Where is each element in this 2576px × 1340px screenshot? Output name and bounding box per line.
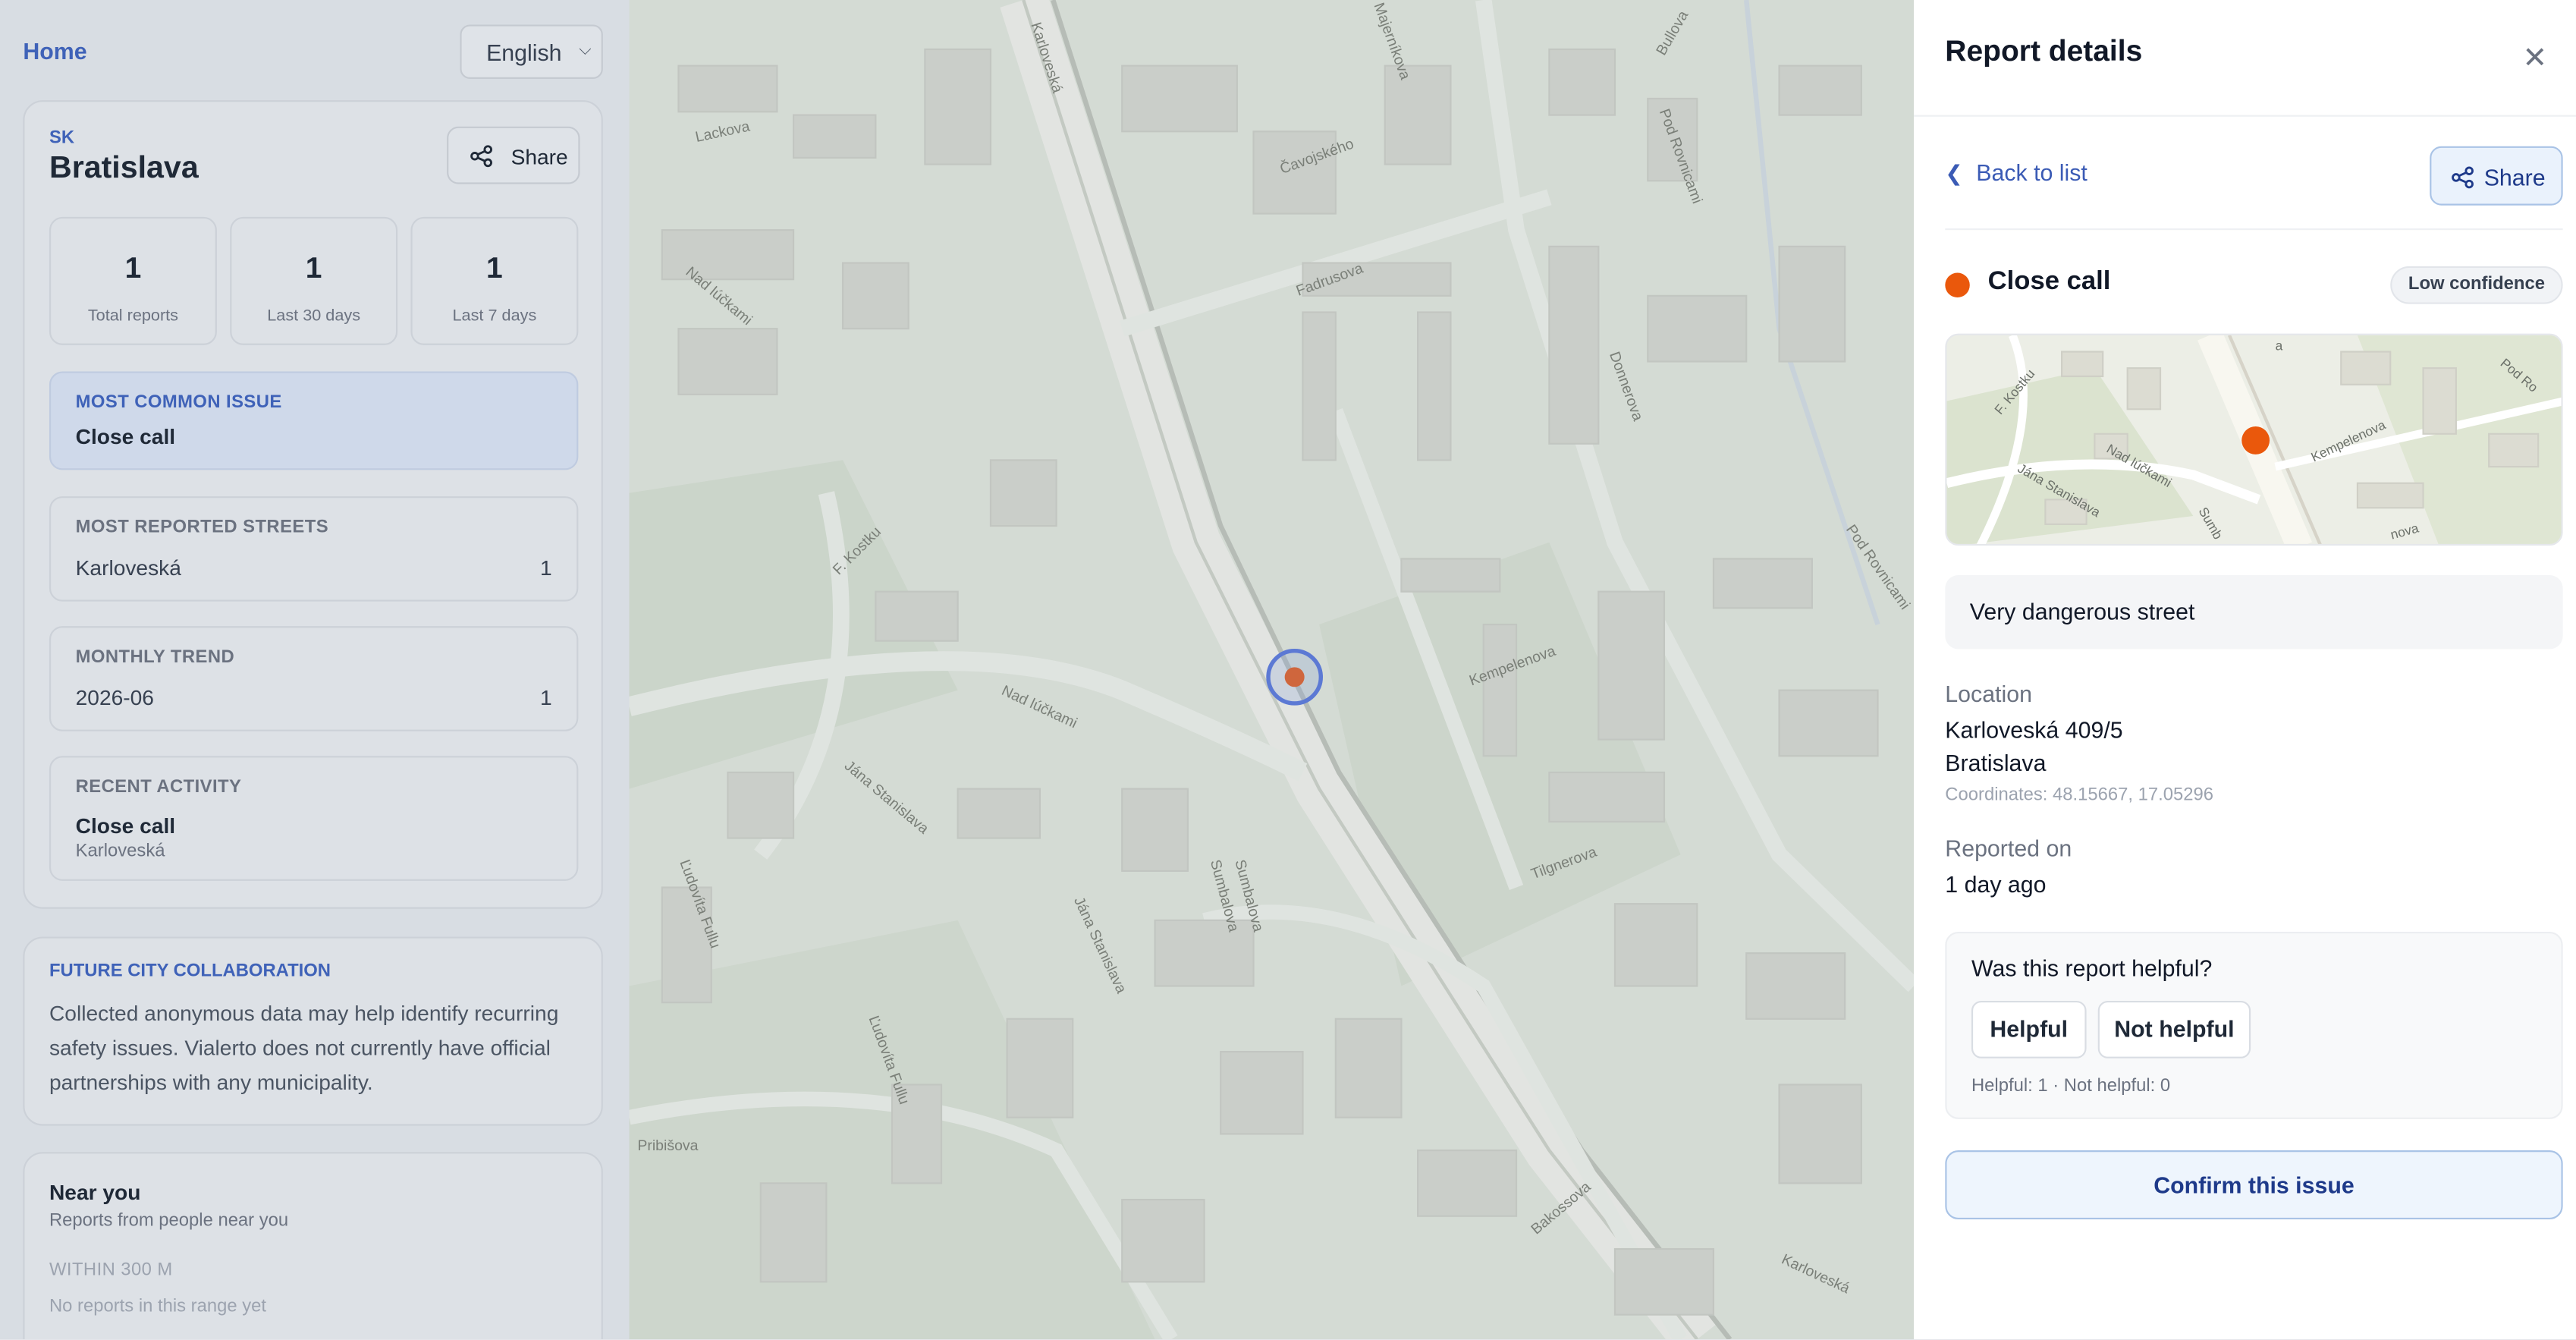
location-label: Location — [1945, 680, 2032, 707]
stat-value: 1 — [486, 251, 503, 285]
near-you-subtitle: Reports from people near you — [49, 1211, 289, 1231]
feedback-question: Was this report helpful? — [1971, 955, 2213, 981]
report-details-panel: Report details ✕ ❮ Back to list Share Clo… — [1914, 0, 2576, 1340]
feedback-counts: Helpful: 1 · Not helpful: 0 — [1971, 1076, 2171, 1096]
street-label: Pribišova — [637, 1137, 699, 1154]
street-name: Karloveská — [75, 555, 181, 580]
report-mini-map[interactable]: F. Kostku Nad lúčkami Jána Stanislava Ke… — [1945, 333, 2563, 546]
mini-map-label: a — [2275, 338, 2283, 354]
mini-map-tiles — [1946, 335, 2562, 544]
most-common-issue-value: Close call — [75, 423, 176, 449]
city-value: Bratislava — [1945, 749, 2047, 776]
trend-count: 1 — [540, 685, 552, 710]
panel-title: Report details — [1945, 34, 2143, 68]
stat-value: 1 — [305, 251, 322, 285]
section-title: RECENT ACTIVITY — [75, 777, 242, 797]
most-reported-streets-box: MOST REPORTED STREETS Karloveská 1 — [49, 496, 579, 602]
back-label: Back to list — [1976, 159, 2088, 186]
section-title: MOST REPORTED STREETS — [75, 517, 329, 538]
country-code: SK — [49, 127, 75, 148]
recent-item-street: Karloveská — [75, 841, 165, 861]
share-icon — [2451, 166, 2474, 194]
address-value: Karloveská 409/5 — [1945, 716, 2123, 743]
street-count: 1 — [540, 555, 552, 580]
recent-activity-box: RECENT ACTIVITY Close call Karloveská — [49, 756, 579, 881]
section-title: MONTHLY TREND — [75, 647, 235, 668]
report-description: Very dangerous street — [1945, 575, 2563, 650]
map-canvas[interactable]: Karloveská Lackova Nad lúčkami F. Kostku… — [629, 0, 1915, 1340]
recent-item-title[interactable]: Close call — [76, 813, 175, 838]
stat-label: Total reports — [87, 307, 179, 326]
back-to-list-link[interactable]: ❮ Back to list — [1945, 159, 2088, 187]
divider — [1914, 115, 2576, 117]
city-share-button[interactable]: Share — [447, 126, 580, 184]
city-sidebar: Home English ⌵ SK Bratislava Share 1 Tot… — [0, 0, 630, 1340]
confirm-issue-button[interactable]: Confirm this issue — [1945, 1150, 2563, 1220]
not-helpful-button[interactable]: Not helpful — [2097, 1000, 2251, 1058]
near-you-card: Near you Reports from people near you WI… — [23, 1152, 603, 1340]
home-link[interactable]: Home — [23, 38, 86, 64]
stat-last-30-days: 1 Last 30 days — [230, 216, 398, 345]
confidence-badge: Low confidence — [2390, 266, 2563, 304]
stat-label: Last 7 days — [452, 307, 537, 326]
trend-month: 2026-06 — [75, 685, 154, 710]
collaboration-text: Collected anonymous data may help identi… — [49, 1000, 559, 1095]
share-icon — [470, 145, 492, 173]
chevron-down-icon: ⌵ — [579, 41, 592, 59]
language-value: English — [486, 39, 562, 66]
close-icon[interactable]: ✕ — [2515, 39, 2555, 79]
collaboration-title: FUTURE CITY COLLABORATION — [49, 961, 331, 981]
report-share-button[interactable]: Share — [2430, 146, 2563, 206]
stat-label: Last 30 days — [267, 307, 361, 326]
coordinates-value: Coordinates: 48.15667, 17.05296 — [1945, 785, 2214, 806]
language-select[interactable]: English ⌵ — [460, 24, 603, 79]
near-you-title: Near you — [49, 1180, 141, 1205]
reported-on-value: 1 day ago — [1945, 870, 2047, 898]
reported-on-label: Reported on — [1945, 835, 2072, 861]
stat-value: 1 — [124, 251, 142, 285]
city-name: Bratislava — [49, 151, 199, 186]
city-overview-card: SK Bratislava Share 1 Total reports 1 La… — [23, 100, 603, 909]
report-share-label: Share — [2483, 164, 2546, 191]
most-common-issue-box: MOST COMMON ISSUE Close call — [49, 371, 579, 470]
map-dim-overlay — [629, 0, 1915, 1340]
section-title: MOST COMMON ISSUE — [75, 392, 282, 413]
monthly-trend-box: MONTHLY TREND 2026-06 1 — [49, 626, 579, 731]
near-you-range: WITHIN 300 M — [49, 1260, 173, 1281]
chevron-left-icon: ❮ — [1945, 161, 1963, 186]
collaboration-card: FUTURE CITY COLLABORATION Collected anon… — [23, 936, 603, 1126]
divider — [1945, 228, 2563, 231]
issue-type-dot — [1945, 272, 1970, 298]
report-type: Close call — [1987, 268, 2111, 296]
feedback-box: Was this report helpful? Helpful Not hel… — [1945, 932, 2563, 1119]
near-you-empty: No reports in this range yet — [49, 1296, 267, 1316]
stat-total-reports: 1 Total reports — [49, 216, 217, 345]
stat-last-7-days: 1 Last 7 days — [410, 216, 579, 345]
helpful-button[interactable]: Helpful — [1971, 1000, 2087, 1058]
city-share-label: Share — [510, 144, 568, 170]
